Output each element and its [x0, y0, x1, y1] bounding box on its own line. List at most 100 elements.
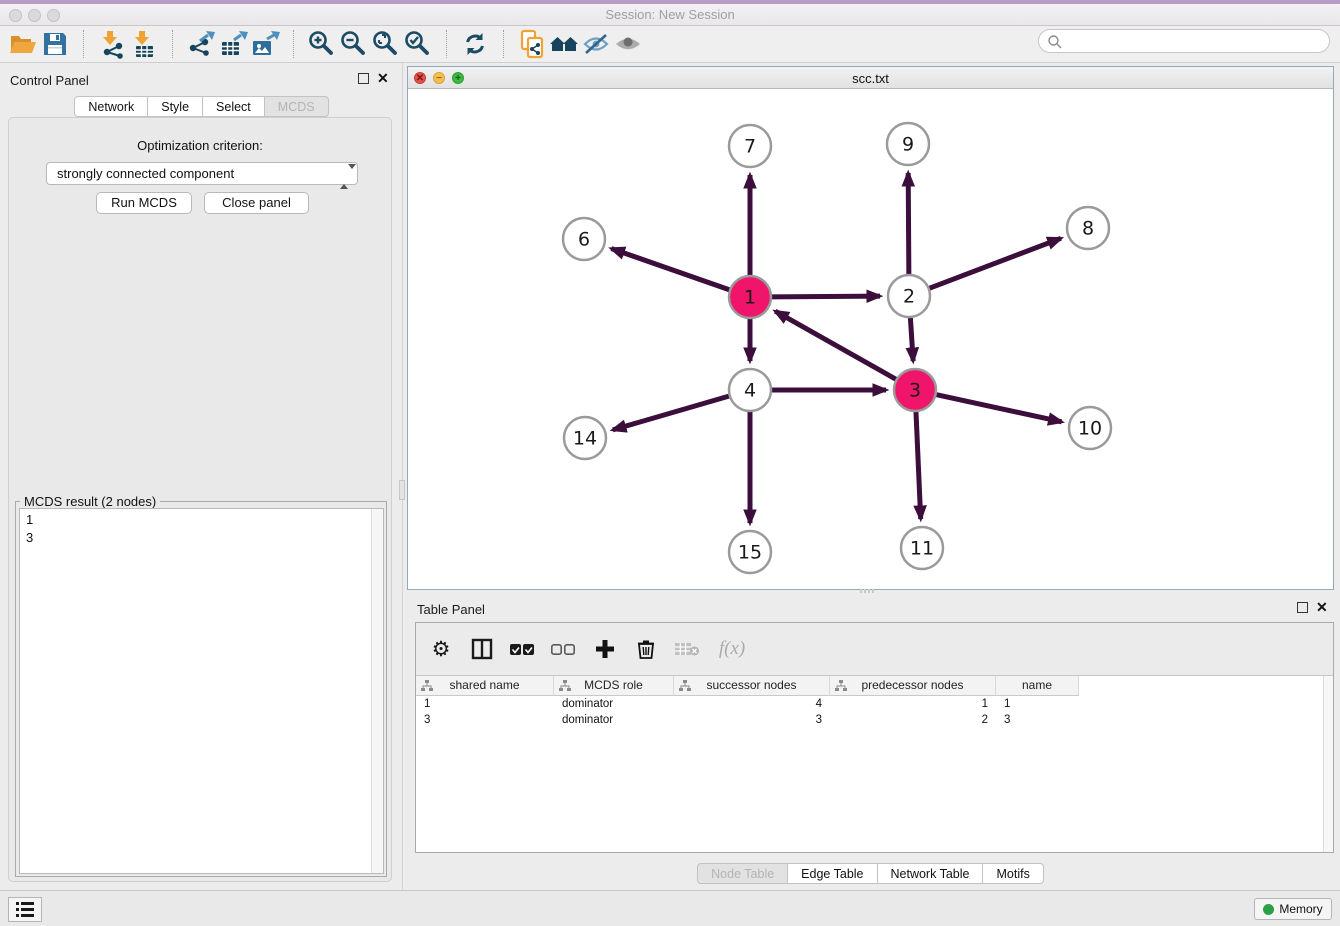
node-table-container: ⚙ f(x) shared nameMCDS rolesucc [415, 622, 1334, 853]
close-panel-icon[interactable]: ✕ [377, 73, 389, 84]
window-accent-strip [0, 0, 1340, 4]
function-builder-icon[interactable]: f(x) [715, 636, 749, 662]
table-tabs: Node TableEdge TableNetwork TableMotifs [407, 863, 1334, 884]
refresh-network-icon[interactable] [459, 28, 491, 60]
float-table-panel-icon[interactable] [1297, 602, 1308, 613]
table-row[interactable]: 3dominator323 [416, 712, 1079, 728]
edge-2-8[interactable] [930, 238, 1061, 288]
node-label-3: 3 [909, 380, 921, 402]
import-network-icon[interactable] [96, 28, 128, 60]
node-label-11: 11 [910, 538, 934, 560]
delete-column-icon[interactable] [633, 636, 659, 662]
table-tab-node-table[interactable]: Node Table [697, 863, 788, 884]
table-tab-edge-table[interactable]: Edge Table [787, 863, 877, 884]
tab-mcds[interactable]: MCDS [264, 96, 329, 117]
tab-select[interactable]: Select [202, 96, 265, 117]
show-all-icon[interactable] [612, 28, 644, 60]
cell-shared-name: 1 [416, 696, 554, 712]
run-mcds-button[interactable]: Run MCDS [96, 192, 192, 214]
network-canvas[interactable]: 7968124314101511 [408, 89, 1333, 589]
cell-predecessor-nodes: 1 [830, 696, 996, 712]
tab-style[interactable]: Style [147, 96, 203, 117]
table-tab-motifs[interactable]: Motifs [982, 863, 1043, 884]
split-view-icon[interactable] [469, 636, 495, 662]
canvas-resize-grip[interactable] [860, 589, 874, 593]
add-column-icon[interactable] [592, 636, 618, 662]
table-scrollbar[interactable] [1323, 676, 1333, 852]
column-header-name[interactable]: name [996, 676, 1079, 696]
edge-3-10[interactable] [936, 395, 1061, 422]
column-header-successor-nodes[interactable]: successor nodes [674, 676, 830, 696]
toolbar-separator [446, 30, 447, 58]
clone-network-icon[interactable] [516, 28, 548, 60]
toolbar-separator [83, 30, 84, 58]
save-session-icon[interactable] [39, 28, 71, 60]
network-window-titlebar[interactable]: ✕ − + scc.txt [408, 67, 1333, 89]
network-graph: 7968124314101511 [408, 89, 1333, 589]
node-label-8: 8 [1082, 218, 1094, 240]
table-tab-network-table[interactable]: Network Table [877, 863, 984, 884]
close-panel-button[interactable]: Close panel [204, 192, 309, 214]
window-title: Session: New Session [0, 7, 1340, 22]
export-network-icon[interactable] [185, 28, 217, 60]
search-icon [1047, 34, 1063, 50]
search-box [1038, 29, 1330, 53]
zoom-out-icon[interactable] [338, 28, 370, 60]
control-panel-title: Control Panel [10, 73, 89, 88]
export-table-icon[interactable] [217, 28, 249, 60]
zoom-selected-icon[interactable] [402, 28, 434, 60]
tab-network[interactable]: Network [74, 96, 148, 117]
panel-splitter-handle[interactable] [399, 480, 405, 500]
mcds-panel-body: Optimization criterion: strongly connect… [8, 117, 392, 882]
table-panel-title: Table Panel [417, 602, 485, 617]
main-toolbar [0, 26, 1340, 63]
select-all-check-icon[interactable] [510, 636, 536, 662]
edge-1-2[interactable] [772, 296, 880, 297]
node-label-7: 7 [744, 136, 756, 158]
cell-successor-nodes: 3 [674, 712, 830, 728]
node-label-10: 10 [1078, 418, 1102, 440]
edge-3-1[interactable] [775, 311, 896, 379]
criterion-value: strongly connected component [57, 166, 234, 181]
memory-button[interactable]: Memory [1254, 898, 1332, 920]
zoom-fit-icon[interactable] [370, 28, 402, 60]
network-window-title: scc.txt [408, 71, 1333, 86]
apply-layout-icon[interactable] [548, 28, 580, 60]
open-file-icon[interactable] [7, 28, 39, 60]
deselect-all-check-icon[interactable] [551, 636, 577, 662]
node-label-6: 6 [578, 229, 590, 251]
mcds-result-title: MCDS result (2 nodes) [20, 494, 160, 509]
result-scrollbar[interactable] [371, 509, 383, 873]
node-label-4: 4 [744, 380, 756, 402]
column-header-predecessor-nodes[interactable]: predecessor nodes [830, 676, 996, 696]
column-header-mcds-role[interactable]: MCDS role [554, 676, 674, 696]
export-image-icon[interactable] [249, 28, 281, 60]
import-table-icon[interactable] [128, 28, 160, 60]
task-history-button[interactable] [8, 897, 42, 922]
table-settings-icon[interactable]: ⚙ [428, 636, 454, 662]
mcds-result-area[interactable]: 1 3 [19, 508, 384, 874]
memory-status-icon [1263, 904, 1274, 915]
edge-1-6[interactable] [611, 249, 729, 290]
mcds-result-text: 1 3 [26, 511, 33, 547]
table-panel: Table Panel ✕ ⚙ [407, 595, 1334, 890]
table-row[interactable]: 1dominator411 [416, 696, 1079, 712]
edge-2-3[interactable] [910, 318, 913, 361]
search-input[interactable] [1067, 31, 1322, 51]
zoom-in-icon[interactable] [306, 28, 338, 60]
dropdown-stepper-icon [340, 166, 351, 182]
edge-3-11[interactable] [916, 412, 921, 519]
cell-name: 1 [996, 696, 1079, 712]
node-label-1: 1 [744, 287, 756, 309]
cell-shared-name: 3 [416, 712, 554, 728]
cell-predecessor-nodes: 2 [830, 712, 996, 728]
edge-4-14[interactable] [613, 396, 729, 430]
hide-selected-icon[interactable] [580, 28, 612, 60]
criterion-dropdown[interactable]: strongly connected component [46, 162, 358, 185]
edge-2-9[interactable] [908, 173, 909, 274]
delete-table-icon[interactable] [674, 636, 700, 662]
close-table-panel-icon[interactable]: ✕ [1316, 602, 1328, 613]
toolbar-separator [503, 30, 504, 58]
float-panel-icon[interactable] [358, 73, 369, 84]
column-header-shared-name[interactable]: shared name [416, 676, 554, 696]
